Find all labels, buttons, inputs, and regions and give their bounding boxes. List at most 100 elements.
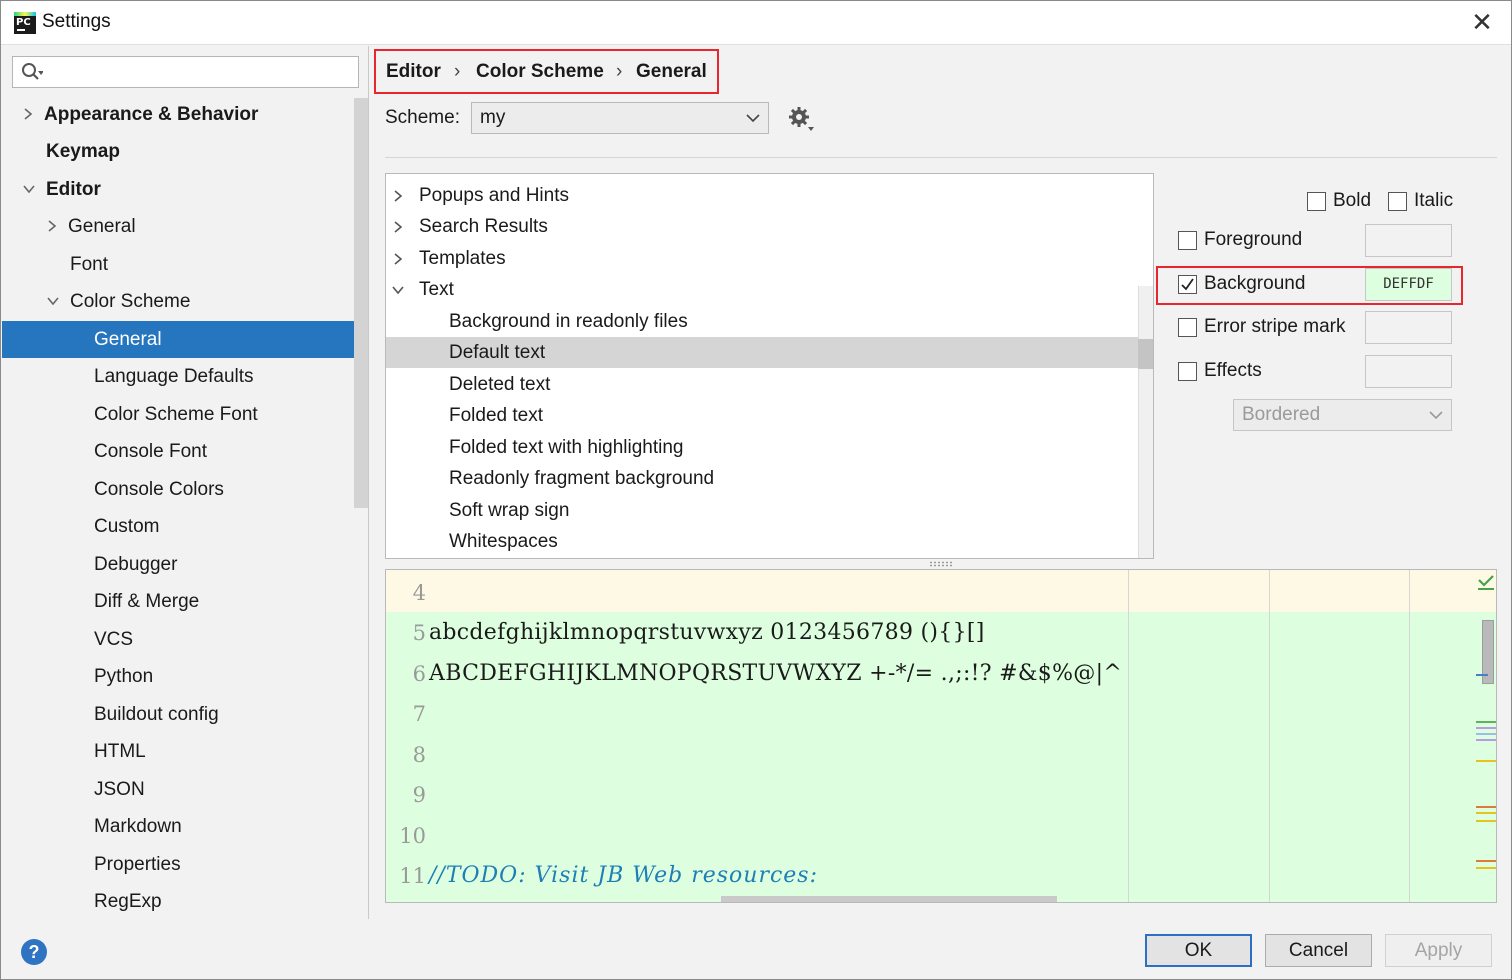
sidebar-item-python[interactable]: Python xyxy=(2,658,368,695)
category-label: Default text xyxy=(449,342,546,363)
close-icon[interactable]: ✕ xyxy=(1467,8,1497,38)
sidebar-item-console-font[interactable]: Console Font xyxy=(2,433,368,470)
background-color-field[interactable]: DEFFDF xyxy=(1365,268,1452,301)
effects-label: Effects xyxy=(1204,360,1262,381)
category-item-popups-and-hints[interactable]: Popups and Hints xyxy=(386,180,1138,211)
chevron-right-icon xyxy=(48,220,57,232)
sidebar-item-diff-merge[interactable]: Diff & Merge xyxy=(2,583,368,620)
chevron-down-icon xyxy=(392,286,404,295)
sidebar-item-language-defaults[interactable]: Language Defaults xyxy=(2,358,368,395)
sidebar-item-general[interactable]: General xyxy=(2,208,368,245)
scheme-dropdown[interactable]: my xyxy=(471,102,769,134)
effects-style-dropdown[interactable]: Bordered xyxy=(1233,399,1452,431)
preview-horizontal-scrollbar[interactable] xyxy=(721,896,1057,902)
category-label: Popups and Hints xyxy=(419,185,569,206)
sidebar-item-vcs[interactable]: VCS xyxy=(2,621,368,658)
help-icon[interactable]: ? xyxy=(21,939,47,965)
sidebar-item-label: Debugger xyxy=(94,554,178,575)
ok-button[interactable]: OK xyxy=(1145,934,1252,967)
chevron-down-icon xyxy=(746,114,760,123)
sidebar-item-label: Appearance & Behavior xyxy=(44,104,259,125)
category-item-templates[interactable]: Templates xyxy=(386,243,1138,274)
effects-checkbox[interactable] xyxy=(1178,362,1197,381)
sidebar-item-custom[interactable]: Custom xyxy=(2,508,368,545)
category-item-search-results[interactable]: Search Results xyxy=(386,211,1138,242)
sidebar-item-label: Custom xyxy=(94,516,160,537)
sidebar-item-editor[interactable]: Editor xyxy=(2,171,368,208)
sidebar-item-properties[interactable]: Properties xyxy=(2,846,368,883)
sidebar-item-keymap[interactable]: Keymap xyxy=(2,133,368,170)
stripe-marker xyxy=(1476,721,1496,723)
search-input[interactable] xyxy=(12,56,359,88)
apply-button[interactable]: Apply xyxy=(1385,934,1492,967)
error-stripe-checkbox[interactable] xyxy=(1178,318,1197,337)
sidebar-item-label: Markdown xyxy=(94,816,182,837)
category-item-whitespaces[interactable]: Whitespaces xyxy=(386,526,1138,557)
guide-line xyxy=(1269,570,1270,902)
breadcrumb: Editor › Color Scheme › General xyxy=(374,49,719,94)
category-scrollbar-track[interactable] xyxy=(1138,286,1153,558)
category-scrollbar-thumb[interactable] xyxy=(1138,339,1153,369)
code-comment: //TODO: Visit JB Web resources: xyxy=(429,863,819,888)
category-item-default-text[interactable]: Default text xyxy=(386,337,1138,368)
sidebar-item-label: Color Scheme Font xyxy=(94,404,258,425)
line-number: 8 xyxy=(412,743,426,767)
background-checkbox[interactable] xyxy=(1178,275,1197,294)
category-label: Folded text xyxy=(449,405,543,426)
category-item-readonly-fragment-bg[interactable]: Readonly fragment background xyxy=(386,463,1138,494)
category-label: Search Results xyxy=(419,216,548,237)
sidebar-item-debugger[interactable]: Debugger xyxy=(2,546,368,583)
stripe-marker xyxy=(1476,674,1488,676)
sidebar-item-markdown[interactable]: Markdown xyxy=(2,808,368,845)
cancel-button[interactable]: Cancel xyxy=(1265,934,1372,967)
sidebar-item-label: Properties xyxy=(94,854,181,875)
sidebar-item-font[interactable]: Font xyxy=(2,246,368,283)
stripe-marker xyxy=(1476,806,1496,808)
stripe-marker xyxy=(1476,760,1496,762)
line-number: 6 xyxy=(412,662,426,686)
sidebar-item-color-scheme[interactable]: Color Scheme xyxy=(2,283,368,320)
sidebar-item-color-scheme-font[interactable]: Color Scheme Font xyxy=(2,396,368,433)
breadcrumb-separator: › xyxy=(616,61,623,82)
sidebar-item-color-scheme-general[interactable]: General xyxy=(2,321,368,358)
sidebar-item-appearance-behavior[interactable]: Appearance & Behavior xyxy=(2,96,368,133)
sidebar-item-html[interactable]: HTML xyxy=(2,733,368,770)
sidebar-scrollbar[interactable] xyxy=(354,98,368,508)
category-item-soft-wrap-sign[interactable]: Soft wrap sign xyxy=(386,495,1138,526)
category-item-text[interactable]: Text xyxy=(386,274,1138,305)
line-number: 5 xyxy=(412,621,426,645)
line-number: 10 xyxy=(399,824,426,848)
breadcrumb-editor[interactable]: Editor xyxy=(386,51,441,92)
category-item-folded-text-highlighting[interactable]: Folded text with highlighting xyxy=(386,432,1138,463)
foreground-label: Foreground xyxy=(1204,229,1303,250)
category-item-folded-text[interactable]: Folded text xyxy=(386,400,1138,431)
bold-checkbox[interactable] xyxy=(1307,192,1326,211)
sidebar-item-json[interactable]: JSON xyxy=(2,771,368,808)
scheme-label: Scheme: xyxy=(385,107,460,128)
sidebar-item-buildout-config[interactable]: Buildout config xyxy=(2,696,368,733)
preview-editor[interactable]: 4 5 6 7 8 9 10 11 abcdefghijklmnopqrstuv… xyxy=(385,569,1497,903)
sidebar-item-label: Python xyxy=(94,666,154,687)
error-stripe-color-field[interactable] xyxy=(1365,311,1452,344)
stripe-marker xyxy=(1476,820,1496,822)
effects-color-field[interactable] xyxy=(1365,355,1452,388)
code-line: ABCDEFGHIJKLMNOPQRSTUVWXYZ +-*/= .,;:!? … xyxy=(429,661,1123,686)
italic-label: Italic xyxy=(1414,190,1454,211)
foreground-color-field[interactable] xyxy=(1365,224,1452,257)
foreground-checkbox[interactable] xyxy=(1178,231,1197,250)
category-item-background-readonly[interactable]: Background in readonly files xyxy=(386,306,1138,337)
sidebar-item-regexp[interactable]: RegExp xyxy=(2,883,368,920)
category-item-deleted-text[interactable]: Deleted text xyxy=(386,369,1138,400)
italic-checkbox[interactable] xyxy=(1388,192,1407,211)
stripe-marker xyxy=(1476,867,1496,869)
sidebar-item-console-colors[interactable]: Console Colors xyxy=(2,471,368,508)
sidebar-item-label: Font xyxy=(70,254,109,275)
breadcrumb-color-scheme[interactable]: Color Scheme xyxy=(476,51,604,92)
current-line-highlight xyxy=(386,570,1496,612)
chevron-down-icon xyxy=(47,297,59,306)
stripe-marker xyxy=(1476,733,1496,735)
stripe-marker xyxy=(1476,812,1496,814)
chevron-right-icon xyxy=(394,253,403,265)
gear-icon[interactable] xyxy=(787,105,815,133)
splitter-handle[interactable] xyxy=(929,561,953,567)
